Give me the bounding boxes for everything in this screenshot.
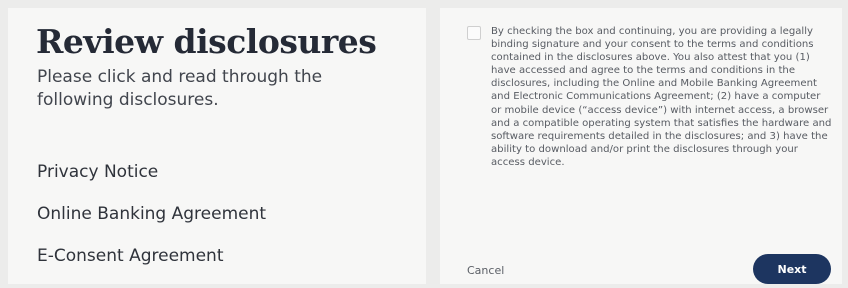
privacy-notice-link[interactable]: Privacy Notice xyxy=(37,162,158,182)
consent-text: By checking the box and continuing, you … xyxy=(491,26,832,168)
next-button[interactable]: Next xyxy=(753,254,831,284)
consent-checkbox[interactable] xyxy=(467,26,481,40)
disclosures-panel: Review disclosures Please click and read… xyxy=(8,8,426,284)
page-title: Review disclosures xyxy=(36,22,377,61)
online-banking-agreement-link[interactable]: Online Banking Agreement xyxy=(37,204,266,224)
consent-panel: By checking the box and continuing, you … xyxy=(440,8,842,284)
e-consent-agreement-link[interactable]: E-Consent Agreement xyxy=(37,246,224,266)
cancel-link[interactable]: Cancel xyxy=(467,264,504,277)
page-subtitle: Please click and read through the follow… xyxy=(37,67,323,110)
